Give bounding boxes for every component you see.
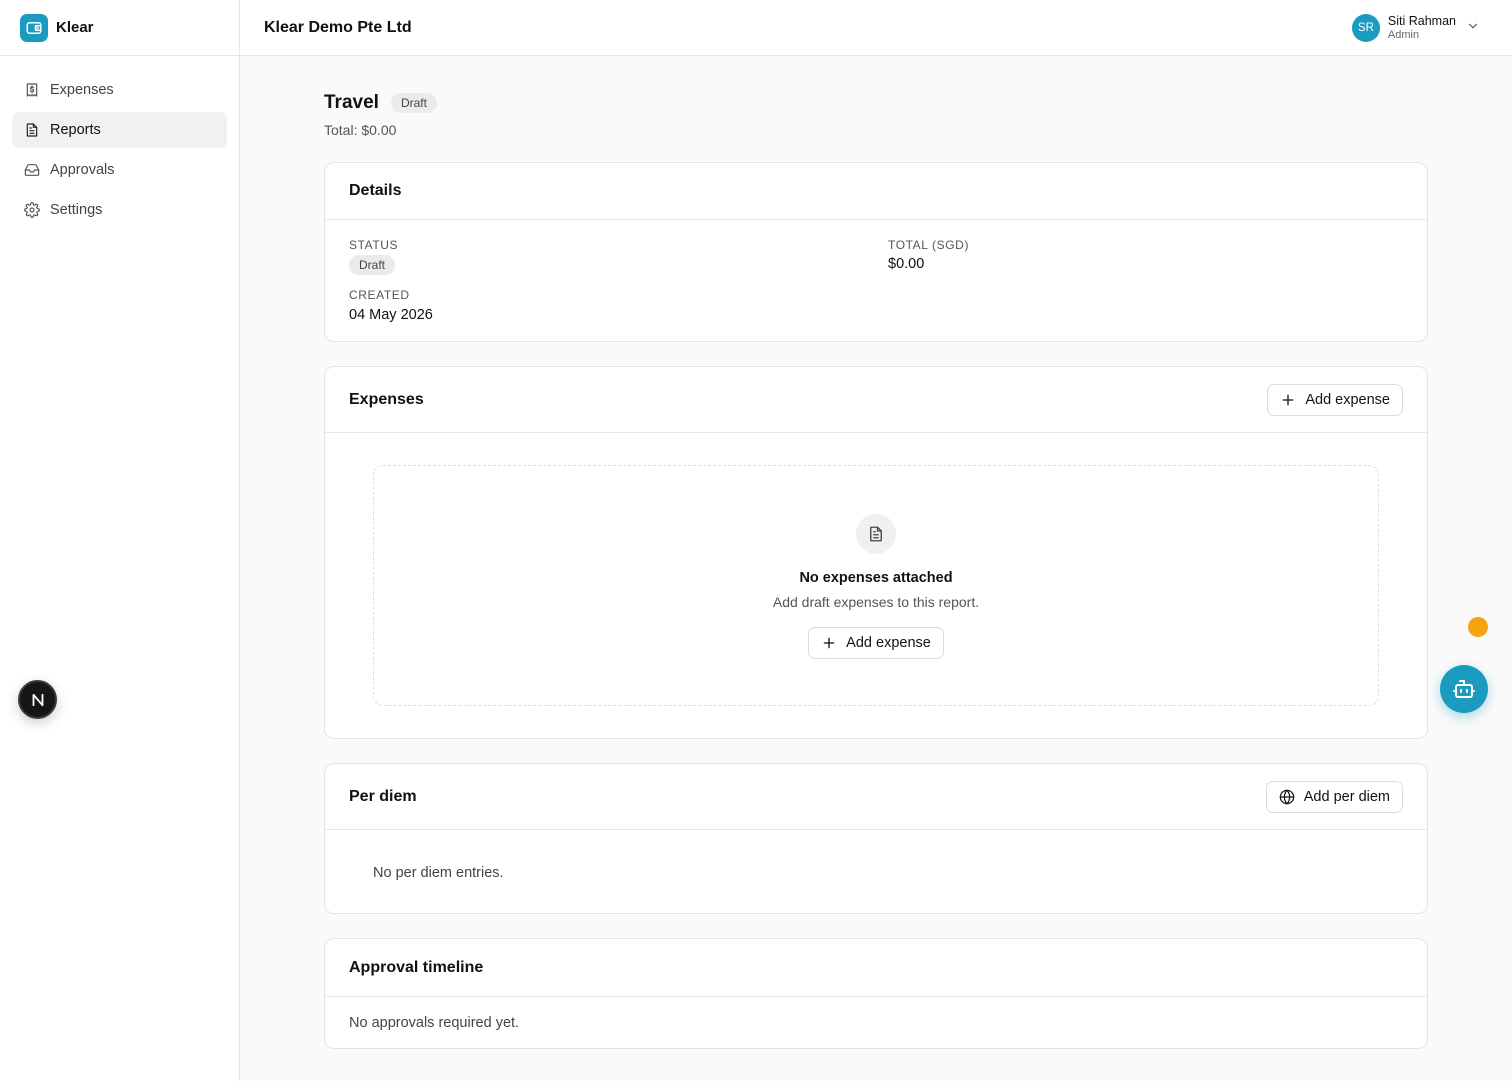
main-content: Travel Draft Total: $0.00 Details STATUS… [324, 56, 1428, 1049]
file-text-icon [856, 514, 896, 554]
created-value: 04 May 2026 [349, 307, 433, 323]
sidebar-item-reports[interactable]: Reports [12, 112, 227, 148]
chevron-down-icon [1466, 19, 1480, 38]
plus-icon [1280, 392, 1296, 408]
page-title: Travel [324, 92, 379, 113]
sidebar-nav: Expenses Reports Approvals Settings [0, 56, 239, 228]
expenses-title: Expenses [349, 390, 424, 408]
details-card: Details STATUS Draft TOTAL (SGD) $0.00 C… [324, 162, 1428, 342]
user-info: Siti Rahman Admin [1388, 14, 1456, 42]
avatar: SR [1351, 14, 1380, 42]
status-badge: Draft [390, 93, 437, 113]
report-total: Total: $0.00 [324, 122, 397, 138]
per-diem-body: No per diem entries. [325, 830, 1427, 882]
receipt-icon [24, 82, 40, 98]
user-menu[interactable]: SR Siti Rahman Admin [1351, 14, 1480, 42]
empty-add-expense-label: Add expense [846, 635, 931, 651]
empty-title: No expenses attached [799, 570, 953, 586]
sidebar-item-label: Expenses [50, 82, 114, 98]
created-label: CREATED [349, 288, 410, 302]
gear-icon [24, 202, 40, 218]
sidebar-item-settings[interactable]: Settings [12, 192, 227, 228]
per-diem-card-header: Per diem Add per diem [325, 764, 1427, 830]
approval-timeline-body: No approvals required yet. [325, 997, 1427, 1032]
expenses-empty-state: No expenses attached Add draft expenses … [373, 465, 1379, 706]
sidebar-item-label: Settings [50, 202, 103, 218]
add-per-diem-label: Add per diem [1303, 788, 1390, 805]
approval-timeline-title: Approval timeline [349, 958, 484, 976]
add-expense-button[interactable]: Add expense [1267, 383, 1403, 416]
user-role: Admin [1387, 29, 1420, 41]
n-logo-icon [32, 693, 43, 706]
wallet-icon [20, 13, 48, 42]
per-diem-empty-text: No per diem entries. [373, 865, 504, 881]
bot-icon [1453, 680, 1475, 698]
brand-name: Klear [56, 19, 94, 36]
assistant-bot-button[interactable] [1440, 665, 1488, 713]
globe-icon [1279, 789, 1295, 805]
dev-tools-badge[interactable] [18, 680, 57, 719]
details-card-header: Details [325, 163, 1427, 220]
empty-add-expense-button[interactable]: Add expense [808, 627, 944, 659]
per-diem-card: Per diem Add per diem No per diem entrie… [324, 763, 1428, 914]
inbox-icon [24, 162, 40, 178]
per-diem-title: Per diem [349, 787, 417, 805]
sidebar-item-label: Approvals [50, 162, 115, 178]
expenses-card: Expenses Add expense No expenses attache… [324, 366, 1428, 739]
sidebar: Klear Expenses Reports Approvals Setting… [0, 0, 240, 1081]
status-value-badge: Draft [349, 255, 396, 275]
details-body: STATUS Draft TOTAL (SGD) $0.00 CREATED 0… [325, 220, 1427, 341]
sidebar-item-approvals[interactable]: Approvals [12, 152, 227, 188]
app-root: Klear Expenses Reports Approvals Setting… [0, 0, 1512, 1081]
brand[interactable]: Klear [0, 0, 239, 56]
top-header: Klear Demo Pte Ltd SR Siti Rahman Admin [240, 0, 1512, 56]
details-title: Details [349, 182, 402, 199]
add-expense-label: Add expense [1305, 391, 1390, 408]
total-label: TOTAL (SGD) [888, 238, 970, 252]
approval-empty-text: No approvals required yet. [349, 1015, 520, 1031]
status-label: STATUS [349, 238, 399, 252]
total-value: $0.00 [888, 256, 925, 272]
empty-subtitle: Add draft expenses to this report. [772, 594, 980, 610]
add-per-diem-button[interactable]: Add per diem [1265, 780, 1403, 813]
org-name: Klear Demo Pte Ltd [264, 18, 412, 36]
notification-dot[interactable] [1468, 617, 1488, 637]
expenses-card-header: Expenses Add expense [325, 367, 1427, 433]
expenses-body: No expenses attached Add draft expenses … [325, 433, 1427, 738]
plus-icon [821, 635, 837, 651]
report-title-row: Travel Draft [324, 92, 1428, 114]
sidebar-item-label: Reports [50, 122, 101, 138]
approval-timeline-header: Approval timeline [325, 939, 1427, 997]
approval-timeline-card: Approval timeline No approvals required … [324, 938, 1428, 1049]
sidebar-item-expenses[interactable]: Expenses [12, 72, 227, 108]
user-name: Siti Rahman [1387, 14, 1456, 28]
file-text-icon [24, 122, 40, 138]
